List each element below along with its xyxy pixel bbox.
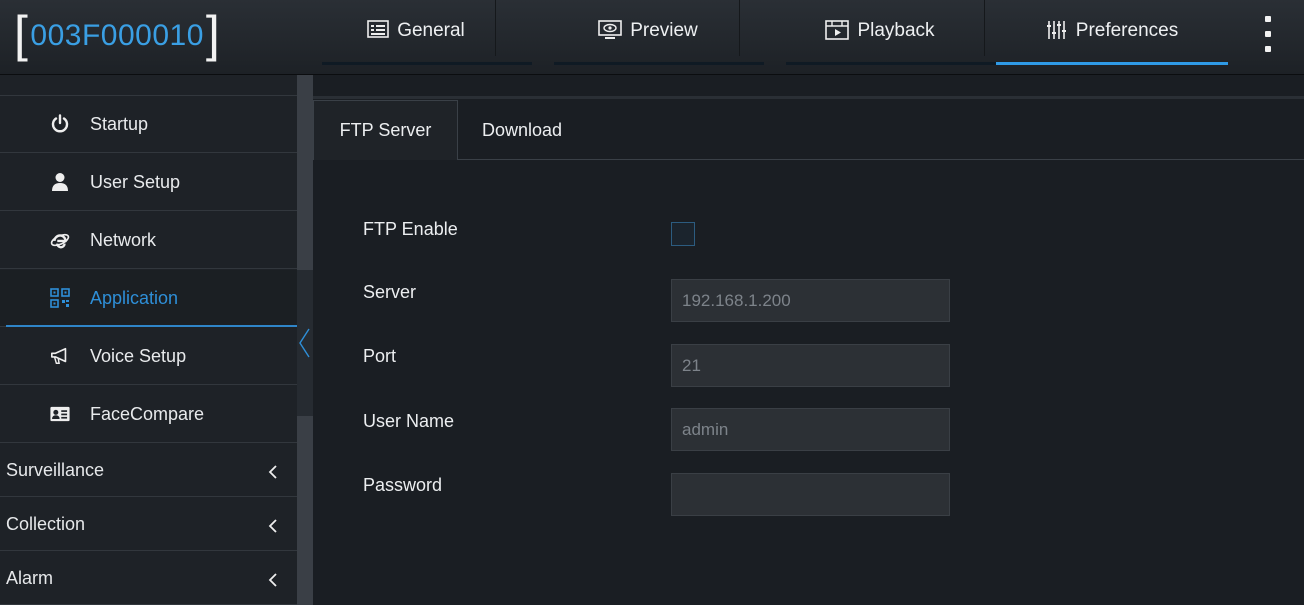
- device-id: 003F000010: [30, 19, 204, 52]
- sidebar-previous-item-partial: [0, 75, 297, 96]
- tab-preview-label: Preview: [630, 20, 698, 41]
- tab-playback[interactable]: Playback: [764, 0, 996, 65]
- tab-underline: [786, 62, 996, 65]
- top-bar: [ 003F000010 ] General Preview Playback: [0, 0, 1304, 75]
- tab-divider: [984, 0, 985, 56]
- user-icon: [50, 172, 70, 192]
- active-indicator: [6, 325, 297, 327]
- sidebar-item-voice-setup[interactable]: Voice Setup: [0, 328, 297, 385]
- sidebar-item-user-setup[interactable]: User Setup: [0, 154, 297, 211]
- tab-divider: [495, 0, 496, 56]
- sidebar-collapse-icon[interactable]: [297, 325, 313, 361]
- tab-preferences-label: Preferences: [1075, 20, 1179, 41]
- network-icon: [50, 230, 70, 250]
- sidebar-item-label: Startup: [90, 113, 149, 134]
- username-label: User Name: [363, 411, 455, 431]
- tab-underline: [322, 62, 532, 65]
- port-label: Port: [363, 346, 397, 366]
- right-bracket: ]: [205, 6, 221, 62]
- preferences-icon: [1046, 20, 1068, 40]
- main-panel: FTP Server Download FTP Enable Server 19…: [313, 75, 1304, 605]
- subtabs-divider: [458, 159, 1304, 160]
- username-field[interactable]: admin: [671, 408, 950, 451]
- playback-icon: [825, 20, 850, 40]
- sidebar-group-surveillance[interactable]: Surveillance: [0, 444, 297, 497]
- server-label: Server: [363, 282, 417, 302]
- port-field[interactable]: 21: [671, 344, 950, 387]
- password-label: Password: [363, 475, 443, 495]
- tab-playback-label: Playback: [857, 20, 935, 41]
- sidebar-group-label: Alarm: [6, 567, 54, 588]
- tab-preferences[interactable]: Preferences: [996, 0, 1228, 65]
- sidebar-item-application[interactable]: Application: [0, 270, 297, 327]
- subtabs: FTP Server Download: [313, 100, 562, 160]
- sidebar-item-startup[interactable]: Startup: [0, 96, 297, 153]
- subtab-download[interactable]: Download: [458, 100, 562, 160]
- tab-active-underline: [996, 62, 1228, 65]
- sidebar-item-facecompare[interactable]: FaceCompare: [0, 386, 297, 443]
- sidebar-item-label: User Setup: [90, 171, 181, 192]
- sidebar-item-network[interactable]: Network: [0, 212, 297, 269]
- main-tabs: General Preview Playback Preferences: [300, 0, 1228, 65]
- tab-underline: [554, 62, 764, 65]
- id-card-icon: [50, 404, 70, 424]
- sidebar-item-label: Application: [90, 287, 179, 308]
- tab-general-label: General: [397, 20, 465, 41]
- main-top-divider: [313, 96, 1304, 99]
- sidebar-scrollbar-thumb[interactable]: [297, 75, 313, 270]
- server-field[interactable]: 192.168.1.200: [671, 279, 950, 322]
- ftp-enable-label: FTP Enable: [363, 219, 458, 239]
- ftp-enable-checkbox[interactable]: [671, 222, 695, 246]
- sidebar-item-label: Network: [90, 229, 157, 250]
- chevron-left-icon: [268, 517, 278, 538]
- device-id-display: [ 003F000010 ]: [14, 8, 220, 64]
- more-menu-icon[interactable]: [1262, 16, 1274, 52]
- sidebar: Startup User Setup Network Application V…: [0, 75, 297, 605]
- general-icon: [367, 20, 389, 38]
- tab-divider: [739, 0, 740, 56]
- application-icon: [50, 288, 70, 308]
- password-field[interactable]: [671, 473, 950, 516]
- megaphone-icon: [50, 346, 70, 366]
- chevron-left-icon: [268, 463, 278, 484]
- sidebar-group-collection[interactable]: Collection: [0, 498, 297, 551]
- subtab-ftp-server[interactable]: FTP Server: [313, 100, 458, 160]
- tab-preview[interactable]: Preview: [532, 0, 764, 65]
- sidebar-group-label: Surveillance: [6, 459, 105, 480]
- preview-icon: [598, 20, 623, 40]
- power-icon: [50, 114, 70, 134]
- tab-general[interactable]: General: [300, 0, 532, 65]
- sidebar-group-alarm[interactable]: Alarm: [0, 552, 297, 605]
- sidebar-group-label: Collection: [6, 513, 86, 534]
- sidebar-item-label: FaceCompare: [90, 403, 205, 424]
- sidebar-item-label: Voice Setup: [90, 345, 187, 366]
- chevron-left-icon: [268, 571, 278, 592]
- sidebar-scrollbar-lower: [297, 416, 313, 605]
- left-bracket: [: [14, 6, 29, 62]
